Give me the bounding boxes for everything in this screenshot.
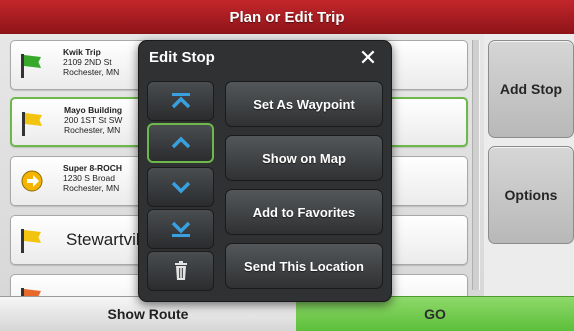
show-on-map-button[interactable]: Show on Map	[225, 135, 383, 181]
options-button[interactable]: Options	[488, 146, 574, 244]
show-route-label: Show Route	[107, 306, 189, 322]
add-stop-button[interactable]: Add Stop	[488, 40, 574, 138]
move-down-icon	[171, 181, 190, 194]
add-to-favorites-button[interactable]: Add to Favorites	[225, 189, 383, 235]
stop-address: 2109 2ND St	[63, 57, 112, 67]
move-to-top-icon	[171, 93, 190, 109]
stop-name: Mayo Building	[64, 105, 123, 115]
set-as-waypoint-label: Set As Waypoint	[253, 96, 355, 112]
stop-address: 1230 S Broad	[63, 173, 115, 183]
dialog-title: Edit Stop	[149, 49, 215, 66]
yellow-flag-icon	[21, 229, 43, 253]
show-on-map-label: Show on Map	[262, 150, 346, 166]
add-stop-label: Add Stop	[499, 81, 563, 97]
page-title: Plan or Edit Trip	[229, 8, 345, 26]
move-down-button[interactable]	[147, 167, 214, 207]
green-flag-icon	[21, 54, 43, 78]
stop-name: Super 8-ROCH	[63, 163, 123, 173]
stop-city: Rochester, MN	[64, 125, 121, 135]
stop-city: Rochester, MN	[63, 67, 120, 77]
set-as-waypoint-button[interactable]: Set As Waypoint	[225, 81, 383, 127]
stop-name: Kwik Trip	[63, 47, 101, 57]
send-this-location-button[interactable]: Send This Location	[225, 243, 383, 289]
yellow-arrow-icon	[21, 170, 43, 194]
options-label: Options	[504, 187, 558, 203]
move-to-bottom-icon	[171, 221, 190, 237]
title-bar: Plan or Edit Trip	[0, 0, 574, 34]
close-icon[interactable]: ✕	[355, 45, 381, 71]
edit-stop-dialog: Edit Stop ✕ Set As Waypoint Show on Map …	[138, 40, 392, 302]
orange-flag-icon	[21, 288, 43, 296]
go-label: GO	[424, 306, 446, 322]
move-to-bottom-button[interactable]	[147, 209, 214, 249]
add-to-favorites-label: Add to Favorites	[252, 204, 356, 220]
stop-city: Rochester, MN	[63, 183, 120, 193]
stop-address: 200 1ST St SW	[64, 115, 123, 125]
move-up-icon	[171, 136, 190, 149]
yellow-flag-icon	[22, 112, 44, 136]
trash-icon	[174, 261, 187, 280]
move-to-top-button[interactable]	[147, 81, 214, 121]
move-up-button[interactable]	[147, 123, 214, 163]
send-this-location-label: Send This Location	[244, 258, 364, 274]
scrollbar[interactable]	[472, 40, 480, 290]
delete-stop-button[interactable]	[147, 251, 214, 291]
